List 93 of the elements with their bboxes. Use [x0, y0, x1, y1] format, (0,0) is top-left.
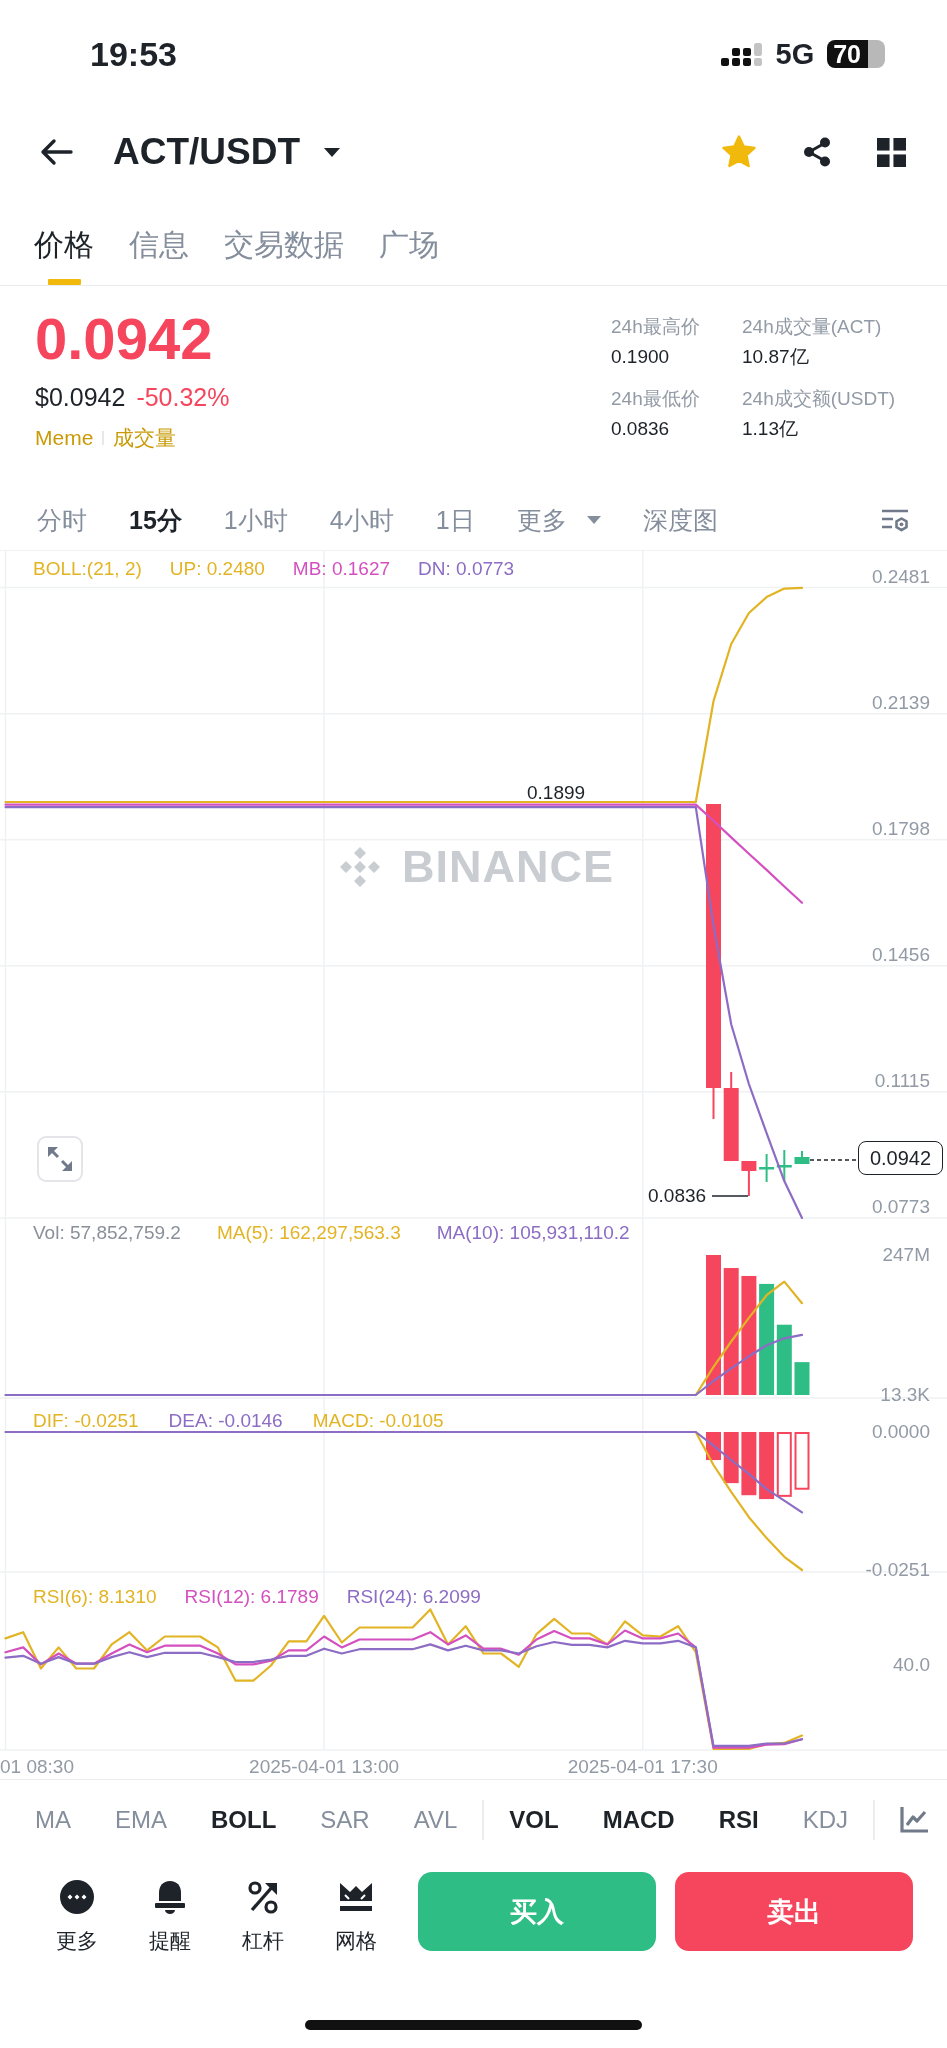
settings-icon[interactable] [881, 508, 909, 532]
indicator-legend: DEA: -0.0146 [168, 1409, 283, 1433]
more-button[interactable]: 更多 [37, 1872, 117, 1954]
indicator-legend: RSI(24): 6.2099 [346, 1585, 481, 1609]
axis-label: 0.1456 [871, 942, 930, 967]
axis-label: 40.0 [893, 1653, 930, 1677]
pair-selector[interactable]: ACT/USDT [113, 130, 341, 174]
indicator-legend: MB: 0.1627 [292, 557, 391, 581]
tab[interactable]: 交易数据 [224, 227, 344, 285]
indicator-tab[interactable]: VOL [509, 1804, 559, 1835]
indicator-tab[interactable]: BOLL [211, 1804, 277, 1835]
interval-tab[interactable]: 1日 [435, 504, 475, 536]
indicator-tab[interactable]: AVL [413, 1804, 458, 1835]
indicator-legend: MACD: -0.0105 [312, 1409, 444, 1433]
indicator-legend: BOLL:(21, 2) [33, 557, 142, 581]
indicator-legend: DIF: -0.0251 [33, 1409, 139, 1433]
axis-label: 0.1115 [874, 1068, 930, 1093]
interval-tab[interactable]: 分时 [37, 504, 87, 536]
axis-label: -0.0251 [865, 1558, 930, 1582]
time-label: 2025-04-01 13:00 [249, 1755, 400, 1779]
tab[interactable]: 价格 [34, 227, 94, 285]
axis-label: 0.2139 [871, 690, 930, 715]
indicator-tab[interactable]: SAR [320, 1804, 370, 1835]
indicator-tab[interactable]: MA [35, 1804, 71, 1835]
tab[interactable]: 信息 [129, 227, 189, 285]
indicator-tab[interactable]: KDJ [802, 1804, 848, 1835]
back-arrow-icon[interactable] [39, 138, 73, 166]
bell-icon [153, 1880, 187, 1914]
network-type: 5G [775, 37, 815, 71]
stat-value: 1.13亿 [742, 417, 799, 441]
axis-label: 0.1798 [871, 816, 930, 841]
stat-value: 0.0836 [611, 417, 671, 441]
grid-icon[interactable] [877, 137, 906, 167]
axis-label: 0.0000 [871, 1420, 930, 1444]
more-icon [60, 1880, 94, 1914]
axis-label: 13.3K [880, 1383, 930, 1407]
crown-icon [339, 1880, 373, 1914]
last-price-tag: 0.0942 [858, 1141, 943, 1175]
axis-label: 0.2481 [871, 564, 930, 589]
caret-icon [586, 516, 601, 524]
category-tag[interactable]: Meme [35, 424, 94, 452]
candlestick [741, 1160, 757, 1197]
last-price: 0.0942 [35, 307, 214, 371]
status-time: 19:53 [90, 34, 177, 74]
stat-label: 24h成交额(USDT) [742, 387, 897, 411]
indicator-legend: MA(5): 162,297,563.3 [216, 1221, 401, 1245]
indicator-legend: DN: 0.0773 [418, 557, 515, 581]
share-icon[interactable] [802, 136, 832, 168]
interval-tab[interactable]: 深度图 [642, 504, 718, 536]
interval-tab[interactable]: 更多 [516, 504, 601, 536]
signal-icon [720, 42, 762, 66]
stat-label: 24h成交量(ACT) [742, 315, 883, 339]
category-tag[interactable]: 成交量 [113, 424, 177, 452]
interval-tab[interactable]: 4小时 [329, 504, 394, 536]
usd-price: $0.0942 [35, 382, 126, 412]
indicator-legend: RSI(6): 8.1310 [33, 1585, 157, 1609]
indicator-tab[interactable]: EMA [115, 1804, 167, 1835]
stat-value: 10.87亿 [742, 345, 810, 369]
diamond-logo-icon [338, 845, 382, 889]
axis-label: 247M [882, 1243, 930, 1267]
expand-icon[interactable] [37, 1136, 83, 1182]
sell-button[interactable]: 卖出 [675, 1872, 913, 1951]
percent-arrow-icon [246, 1880, 280, 1914]
caret-icon [324, 147, 341, 157]
indicator-legend: UP: 0.2480 [169, 557, 265, 581]
interval-tab[interactable]: 1小时 [223, 504, 288, 536]
stat-label: 24h最高价 [611, 315, 701, 339]
price-guide-line [809, 1159, 858, 1161]
grid-button[interactable]: 网格 [316, 1872, 396, 1954]
low-price-label: 0.0836 [648, 1184, 707, 1208]
stat-label: 24h最低价 [611, 387, 701, 411]
interval-tab[interactable]: 15分 [129, 504, 182, 536]
candlestick [759, 1153, 775, 1183]
axis-label: 0.0773 [871, 1195, 930, 1219]
indicator-legend: MA(10): 105,931,110.2 [436, 1221, 630, 1245]
tab[interactable]: 广场 [379, 227, 439, 285]
alert-button[interactable]: 提醒 [130, 1872, 210, 1954]
price-change: -50.32% [136, 382, 230, 412]
indicator-legend: Vol: 57,852,759.2 [33, 1221, 181, 1245]
time-label: 2025-04-01 17:30 [567, 1755, 718, 1779]
candlestick [794, 1150, 810, 1165]
stat-value: 0.1900 [611, 345, 671, 369]
margin-button[interactable]: 杠杆 [223, 1872, 303, 1954]
time-label: 01 08:30 [0, 1755, 74, 1779]
indicator-tab[interactable]: MACD [602, 1804, 675, 1835]
indicator-tab[interactable]: RSI [718, 1804, 759, 1835]
battery-indicator: 70 [827, 40, 885, 68]
buy-button[interactable]: 买入 [418, 1872, 656, 1951]
line-chart-icon[interactable] [900, 1806, 928, 1833]
leader-line [711, 1195, 749, 1197]
high-price-label: 0.1899 [527, 781, 586, 805]
star-icon[interactable] [721, 135, 757, 169]
indicator-legend: RSI(12): 6.1789 [184, 1585, 319, 1609]
